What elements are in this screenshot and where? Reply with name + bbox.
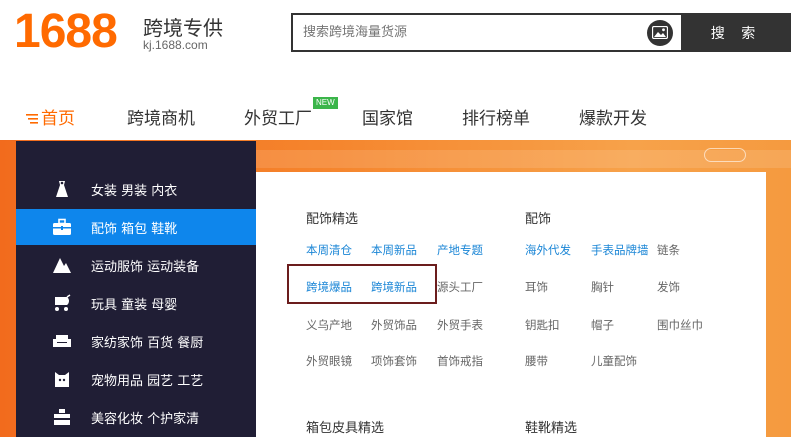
link-hats[interactable]: 帽子 [591,317,614,333]
category-toys-baby[interactable]: 玩具 童装 母婴 [16,285,256,321]
link-export-jewelry[interactable]: 外贸饰品 [371,317,417,333]
nav-country-pavilion[interactable]: 国家馆 [362,104,413,129]
main-nav: 首页 跨境商机 外贸工厂 国家馆 排行榜单 爆款开发 [0,92,791,136]
search-input[interactable] [303,15,643,50]
category-sports[interactable]: 运动服饰 运动装备 [16,247,256,283]
briefcase-icon [52,218,72,236]
link-export-glasses[interactable]: 外贸眼镜 [306,353,352,369]
link-origin-topic[interactable]: 产地专题 [437,242,483,258]
category-sidebar: 女装 男装 内衣 配饰 箱包 鞋靴 运动服饰 运动装备 玩具 童装 母婴 家纺家… [16,141,256,437]
section-title-shoes-picks: 鞋靴精选 [525,421,578,436]
link-watch-brand-wall[interactable]: 手表品牌墙 [591,242,649,258]
link-export-watches[interactable]: 外贸手表 [437,317,483,333]
category-label: 女装 男装 内衣 [91,184,178,199]
stroller-icon [52,294,72,312]
search-button[interactable]: 搜 索 [681,13,791,52]
page: 1688 跨境专供 kj.1688.com 搜 索 首页 跨境商机 外贸工厂 国… [0,0,791,437]
nav-home-label: 首页 [41,109,75,129]
nav-hot-product-dev[interactable]: 爆款开发 [579,104,647,129]
category-label: 配饰 箱包 鞋靴 [91,222,178,237]
link-keychains[interactable]: 钥匙扣 [525,317,560,333]
link-scarves[interactable]: 围巾丝巾 [657,317,703,333]
image-search-icon[interactable] [647,20,673,46]
banner-tag [704,148,746,162]
category-label: 玩具 童装 母婴 [91,298,178,313]
nav-cross-border-opportunities[interactable]: 跨境商机 [127,104,195,129]
menu-icon [26,109,38,129]
link-yiwu-origin[interactable]: 义乌产地 [306,317,352,333]
sofa-icon [52,332,72,350]
link-necklace-sets[interactable]: 项饰套饰 [371,353,417,369]
category-beauty[interactable]: 美容化妆 个护家清 [16,399,256,435]
link-kids-accessories[interactable]: 儿童配饰 [591,353,637,369]
link-brooches[interactable]: 胸针 [591,279,614,295]
category-accessories[interactable]: 配饰 箱包 鞋靴 [16,209,256,245]
category-home[interactable]: 家纺家饰 百货 餐厨 [16,323,256,359]
brand-url: kj.1688.com [143,38,208,52]
selection-highlight-box [287,264,437,304]
logo[interactable]: 1688 [14,8,118,56]
category-women[interactable]: 女装 男装 内衣 [16,171,256,207]
search-box [291,13,681,52]
nav-home[interactable]: 首页 [26,104,75,129]
link-belts[interactable]: 腰带 [525,353,548,369]
link-overseas-dropship[interactable]: 海外代发 [525,242,571,258]
link-earrings[interactable]: 耳饰 [525,279,548,295]
link-weekly-new[interactable]: 本周新品 [371,242,417,258]
link-chains[interactable]: 链条 [657,242,680,258]
category-label: 运动服饰 运动装备 [91,260,200,275]
pet-icon [52,370,72,388]
link-hair-accessories[interactable]: 发饰 [657,279,680,295]
cosmetics-icon [52,408,72,426]
section-title-bags-picks: 箱包皮具精选 [306,421,385,436]
new-badge: NEW [313,97,338,109]
category-label: 家纺家饰 百货 餐厨 [91,336,204,351]
section-title-accessories: 配饰 [525,212,552,227]
nav-rankings[interactable]: 排行榜单 [462,104,530,129]
link-rings[interactable]: 首饰戒指 [437,353,483,369]
mountain-icon [52,256,72,274]
link-source-factory[interactable]: 源头工厂 [437,279,483,295]
section-title-accessories-picks: 配饰精选 [306,212,359,227]
brand-title: 跨境专供 [143,16,223,40]
link-weekly-clearance[interactable]: 本周清仓 [306,242,352,258]
nav-foreign-trade-factory[interactable]: 外贸工厂 [244,104,312,129]
category-pets-garden[interactable]: 宠物用品 园艺 工艺 [16,361,256,397]
category-label: 美容化妆 个护家清 [91,412,200,427]
dress-icon [52,180,72,198]
category-label: 宠物用品 园艺 工艺 [91,374,204,389]
